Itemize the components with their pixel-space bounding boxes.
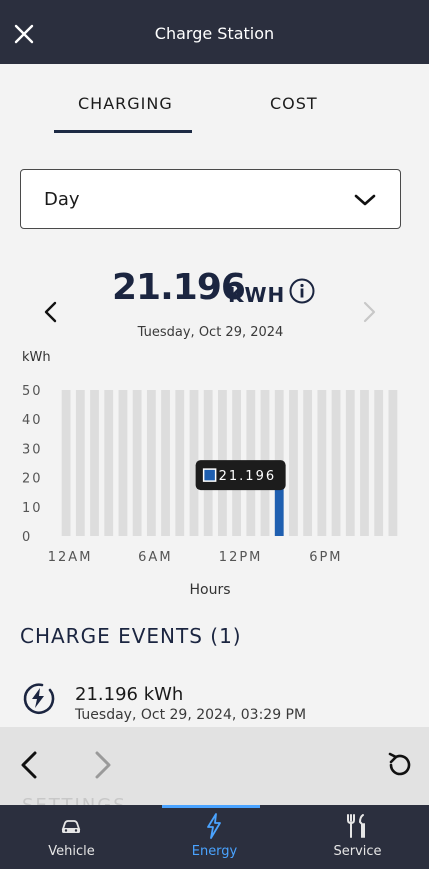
app-header: Charge Station bbox=[0, 0, 429, 64]
tooltip-swatch bbox=[202, 468, 217, 482]
x-tick-label: 6AM bbox=[138, 550, 172, 565]
bar-track bbox=[104, 390, 114, 536]
y-tick-label: 50 bbox=[22, 384, 43, 399]
navigation-overlay-bar bbox=[0, 727, 429, 805]
bar-track bbox=[303, 390, 313, 536]
bar-track bbox=[146, 390, 156, 536]
nav-energy[interactable]: Energy bbox=[143, 805, 286, 869]
bar-track bbox=[175, 390, 185, 536]
total-energy-unit: KWH bbox=[228, 283, 286, 307]
tools-icon bbox=[347, 814, 365, 838]
event-energy[interactable]: 21.196 kWh bbox=[75, 684, 183, 705]
y-tick-label: 20 bbox=[22, 472, 43, 487]
x-axis-label: Hours bbox=[189, 582, 230, 598]
nav-vehicle-label: Vehicle bbox=[48, 844, 95, 859]
y-axis-label: kWh bbox=[22, 350, 51, 365]
active-tab-indicator bbox=[54, 130, 192, 133]
chart-tooltip: 21.196 bbox=[195, 460, 286, 491]
bar-track bbox=[331, 390, 341, 536]
bar-track bbox=[161, 390, 170, 536]
summary-date: Tuesday, Oct 29, 2024 bbox=[137, 325, 284, 340]
y-tick-label: 40 bbox=[22, 413, 43, 428]
bar-track bbox=[118, 390, 128, 536]
total-energy-value: 21.196 bbox=[112, 267, 246, 308]
bar-track bbox=[317, 390, 327, 536]
bar-track bbox=[345, 390, 355, 536]
y-tick-label: 30 bbox=[22, 442, 43, 457]
bar-track bbox=[90, 390, 99, 536]
nav-vehicle[interactable]: Vehicle bbox=[0, 805, 143, 869]
car-icon bbox=[61, 820, 81, 833]
y-tick-label: 0 bbox=[22, 530, 32, 545]
tab-cost[interactable]: COST bbox=[270, 94, 318, 113]
bar-track bbox=[360, 390, 369, 536]
nav-service-label: Service bbox=[333, 844, 382, 859]
x-tick-label: 12AM bbox=[48, 550, 93, 565]
bar-track bbox=[75, 390, 85, 536]
x-tick-label: 6PM bbox=[309, 550, 342, 565]
previous-day-button[interactable] bbox=[42, 300, 60, 324]
next-day-button[interactable] bbox=[360, 300, 378, 324]
reload-icon[interactable] bbox=[386, 751, 414, 779]
chevron-down-icon bbox=[354, 194, 376, 206]
bar-track bbox=[388, 390, 398, 536]
tab-bar: CHARGING COST bbox=[0, 64, 429, 144]
page-title: Charge Station bbox=[154, 24, 275, 43]
charging-bolt-icon bbox=[23, 683, 55, 714]
forward-arrow-icon[interactable] bbox=[92, 749, 114, 781]
bar-track bbox=[132, 390, 142, 536]
y-tick-label: 10 bbox=[22, 501, 43, 516]
back-arrow-icon[interactable] bbox=[18, 749, 40, 781]
bottom-navigation: Vehicle Energy Service bbox=[0, 805, 429, 869]
info-icon[interactable] bbox=[289, 278, 315, 304]
bar-track bbox=[61, 390, 71, 536]
tooltip-value: 21.196 bbox=[219, 469, 276, 484]
bolt-icon bbox=[207, 813, 221, 839]
event-datetime: Tuesday, Oct 29, 2024, 03:29 PM bbox=[75, 707, 307, 723]
bar-track bbox=[374, 390, 384, 536]
nav-service[interactable]: Service bbox=[286, 805, 429, 869]
period-select[interactable]: Day bbox=[20, 169, 401, 229]
bar-track bbox=[289, 390, 298, 536]
x-tick-label: 12PM bbox=[219, 550, 263, 565]
tab-charging[interactable]: CHARGING bbox=[78, 94, 173, 113]
hourly-energy-chart: kWh 50 40 30 20 10 0 12AM 6AM 12PM 6PM 21.196 Ho… bbox=[22, 350, 398, 598]
period-select-value: Day bbox=[44, 189, 80, 210]
nav-energy-label: Energy bbox=[191, 844, 238, 859]
charge-events-title: CHARGE EVENTS (1) bbox=[20, 624, 242, 648]
